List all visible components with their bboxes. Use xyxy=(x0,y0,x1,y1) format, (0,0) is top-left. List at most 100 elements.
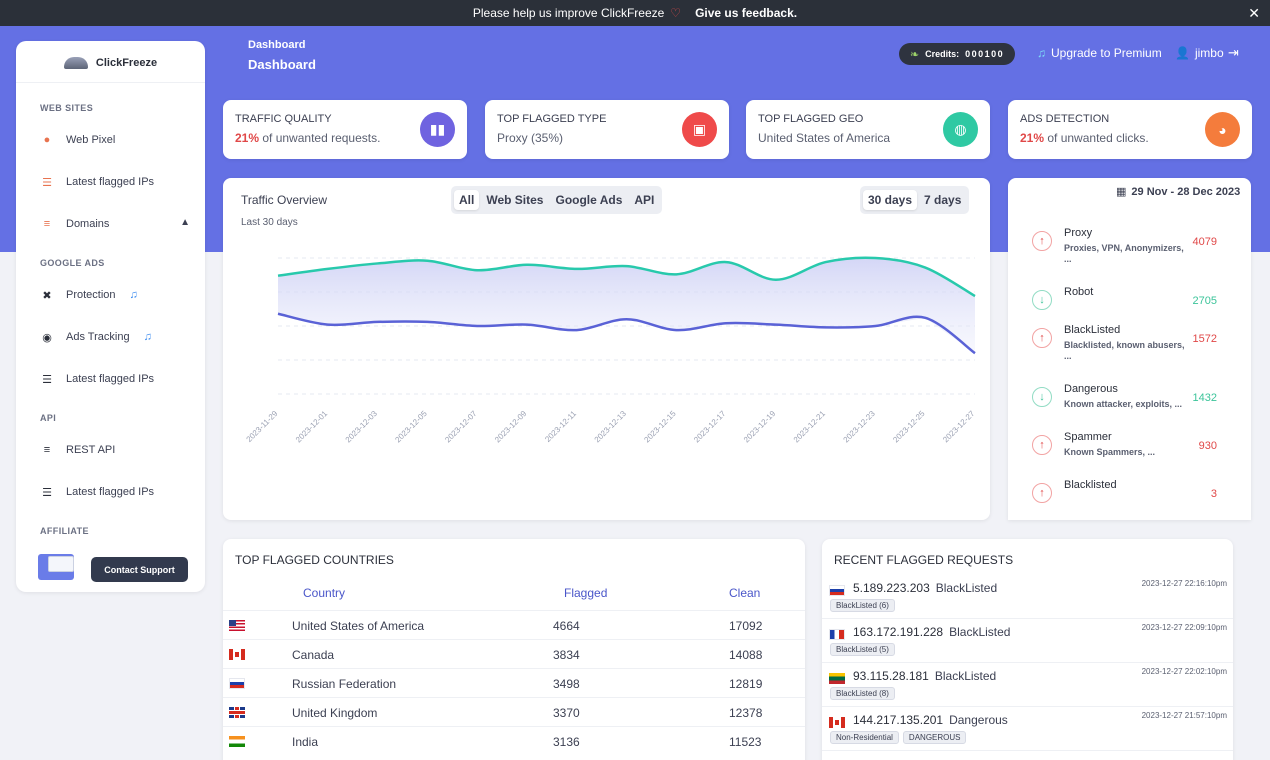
breadcrumb[interactable]: Dashboard xyxy=(248,39,305,51)
folder-icon xyxy=(38,554,74,580)
column-country[interactable]: Country xyxy=(303,586,345,600)
upgrade-label: Upgrade to Premium xyxy=(1051,46,1162,60)
sidebar-item-web-pixel[interactable]: ● Web Pixel xyxy=(40,130,190,150)
username: jimbo xyxy=(1194,46,1224,60)
sidebar-item-latest-ips-ads[interactable]: ☰ Latest flagged IPs xyxy=(40,369,190,389)
flag-icon xyxy=(829,717,845,728)
arrow-up-icon: ↑ xyxy=(1032,328,1052,348)
stat-value: United States of America xyxy=(758,131,891,145)
page-title: Dashboard xyxy=(248,57,316,72)
calendar-icon: ▦ xyxy=(1116,186,1127,198)
arrow-up-icon: ↑ xyxy=(1032,483,1052,503)
glasses-icon: ◉ xyxy=(42,331,52,344)
table-row[interactable]: United Kingdom 3370 12378 xyxy=(223,697,805,726)
top-countries-panel: TOP FLAGGED COUNTRIES Country Flagged Cl… xyxy=(223,539,805,760)
sidebar-item-label: Latest flagged IPs xyxy=(66,486,155,498)
banner-text: Please help us improve ClickFreeze xyxy=(472,6,665,20)
threat-item[interactable]: ↓ Robot 2705 xyxy=(1032,286,1217,326)
threat-item[interactable]: ↑ Blacklisted 3 xyxy=(1032,479,1217,519)
date-range[interactable]: ▦ 29 Nov - 28 Dec 2023 xyxy=(1116,185,1240,199)
close-icon[interactable]: ✕ xyxy=(1248,5,1260,22)
sidebar-item-latest-ips-api[interactable]: ☰ Latest flagged IPs xyxy=(40,482,190,502)
upgrade-link[interactable]: ♫ Upgrade to Premium xyxy=(1037,46,1162,60)
request-type: BlackListed xyxy=(949,625,1011,639)
premium-icon: ♫ xyxy=(1037,46,1046,60)
x-tick-label: 2023-12-05 xyxy=(393,409,429,445)
tag-badge: DANGEROUS xyxy=(902,731,967,744)
stat-title: TOP FLAGGED GEO xyxy=(758,113,864,125)
table-row[interactable]: India 3136 11523 xyxy=(223,726,805,755)
threat-desc: Known Spammers, ... xyxy=(1064,447,1156,457)
threat-item[interactable]: ↓ Dangerous Known attacker, exploits, ... 1… xyxy=(1032,383,1217,423)
contact-support-button[interactable]: Contact Support xyxy=(91,557,188,582)
api-icon: ≡ xyxy=(43,444,51,456)
logout-icon[interactable]: ⇥ xyxy=(1228,45,1239,61)
section-websites: WEB SITES xyxy=(40,103,94,113)
x-tick-label: 2023-12-09 xyxy=(493,409,529,445)
threat-desc: Proxies, VPN, Anonymizers, ... xyxy=(1064,243,1184,264)
globe-icon: ◍ xyxy=(943,112,978,147)
list-icon: ☰ xyxy=(42,373,52,386)
brand-name: ClickFreeze xyxy=(95,56,158,69)
list-item[interactable]: 144.217.135.201 Dangerous 2023-12-27 21:57… xyxy=(822,707,1233,751)
stat-title: ADS DETECTION xyxy=(1020,113,1110,125)
sidebar-item-label: Ads Tracking xyxy=(66,331,130,343)
threat-item[interactable]: ↑ Proxy Proxies, VPN, Anonymizers, ... 4079 xyxy=(1032,227,1217,267)
stat-title: TOP FLAGGED TYPE xyxy=(497,113,607,125)
threat-count: 1432 xyxy=(1192,392,1217,404)
tools-icon: ✖ xyxy=(42,289,52,302)
threat-desc: Blacklisted, known abusers, ... xyxy=(1064,340,1185,361)
arrow-up-icon: ↑ xyxy=(1032,231,1052,251)
traffic-chart: 2023-11-29 2023-12-01 2023-12-03 2023-12-05… xyxy=(245,256,977,445)
threat-item[interactable]: ↑ Spammer Known Spammers, ... 930 xyxy=(1032,431,1217,471)
sidebar-item-label: Protection xyxy=(66,289,116,301)
clean-count: 11523 xyxy=(729,735,762,749)
list-item[interactable]: 93.115.28.181 BlackListed 2023-12-27 22:02… xyxy=(822,663,1233,707)
flag-icon xyxy=(229,678,245,689)
x-tick-label: 2023-12-01 xyxy=(294,409,330,445)
table-row[interactable]: Canada 3834 14088 xyxy=(223,639,805,668)
sidebar-item-protection[interactable]: ✖ Protection ♫ xyxy=(40,285,190,305)
table-row[interactable]: Russian Federation 3498 12819 xyxy=(223,668,805,697)
clean-count: 12819 xyxy=(729,677,763,691)
country-name: India xyxy=(292,735,319,749)
brand[interactable]: ClickFreeze xyxy=(16,43,205,83)
user-menu[interactable]: 👤 jimbo xyxy=(1175,46,1224,60)
stat-top-flagged-geo: TOP FLAGGED GEO United States of America… xyxy=(746,100,990,159)
x-tick-label: 2023-12-23 xyxy=(842,409,878,445)
request-time: 2023-12-27 22:09:10pm xyxy=(1141,623,1227,632)
x-tick-label: 2023-12-21 xyxy=(792,409,828,445)
credits-badge: ❧ Credits: 000100 xyxy=(899,43,1015,65)
request-time: 2023-12-27 21:57:10pm xyxy=(1141,711,1227,720)
arrow-down-icon: ↓ xyxy=(1032,290,1052,310)
x-tick-label: 2023-12-19 xyxy=(742,409,778,445)
flag-icon xyxy=(229,736,245,747)
sidebar-item-rest-api[interactable]: ≡ REST API xyxy=(40,440,190,460)
sidebar-item-domains[interactable]: ≡ Domains ▲ xyxy=(40,214,190,234)
tag-list: Non-Residential DANGEROUS xyxy=(830,731,967,744)
stat-ads-detection: ADS DETECTION 21% of unwanted clicks. ◕ xyxy=(1008,100,1252,159)
column-flagged[interactable]: Flagged xyxy=(564,586,607,600)
tag-list: BlackListed (8) xyxy=(830,687,895,700)
sidebar-item-ads-tracking[interactable]: ◉ Ads Tracking ♫ xyxy=(40,327,190,347)
feedback-link[interactable]: Give us feedback. xyxy=(695,6,797,20)
list-item[interactable]: 5.189.223.203 BlackListed 2023-12-27 22:16… xyxy=(822,575,1233,619)
recent-title: RECENT FLAGGED REQUESTS xyxy=(834,553,1014,567)
request-time: 2023-12-27 22:02:10pm xyxy=(1141,667,1227,676)
sidebar-item-latest-ips-websites[interactable]: ☰ Latest flagged IPs xyxy=(40,172,190,192)
tag-list: BlackListed (5) xyxy=(830,643,895,656)
column-clean[interactable]: Clean xyxy=(729,586,760,600)
list-item[interactable]: 163.172.191.228 BlackListed 2023-12-27 22:… xyxy=(822,619,1233,663)
threat-name: BlackListed xyxy=(1064,324,1121,336)
chevron-up-icon[interactable]: ▲ xyxy=(180,217,190,228)
x-tick-label: 2023-12-27 xyxy=(941,409,977,445)
table-row[interactable]: United States of America 4664 17092 xyxy=(223,610,805,639)
sidebar-item-label: Web Pixel xyxy=(66,134,116,146)
country-name: United States of America xyxy=(292,619,425,633)
flag-icon xyxy=(829,629,845,640)
threat-name: Proxy xyxy=(1064,227,1093,239)
threat-item[interactable]: ↑ BlackListed Blacklisted, known abusers, … xyxy=(1032,324,1217,364)
tag-list: BlackListed (6) xyxy=(830,599,895,612)
flagged-count: 3498 xyxy=(553,677,580,691)
x-tick-label: 2023-12-25 xyxy=(891,409,927,445)
